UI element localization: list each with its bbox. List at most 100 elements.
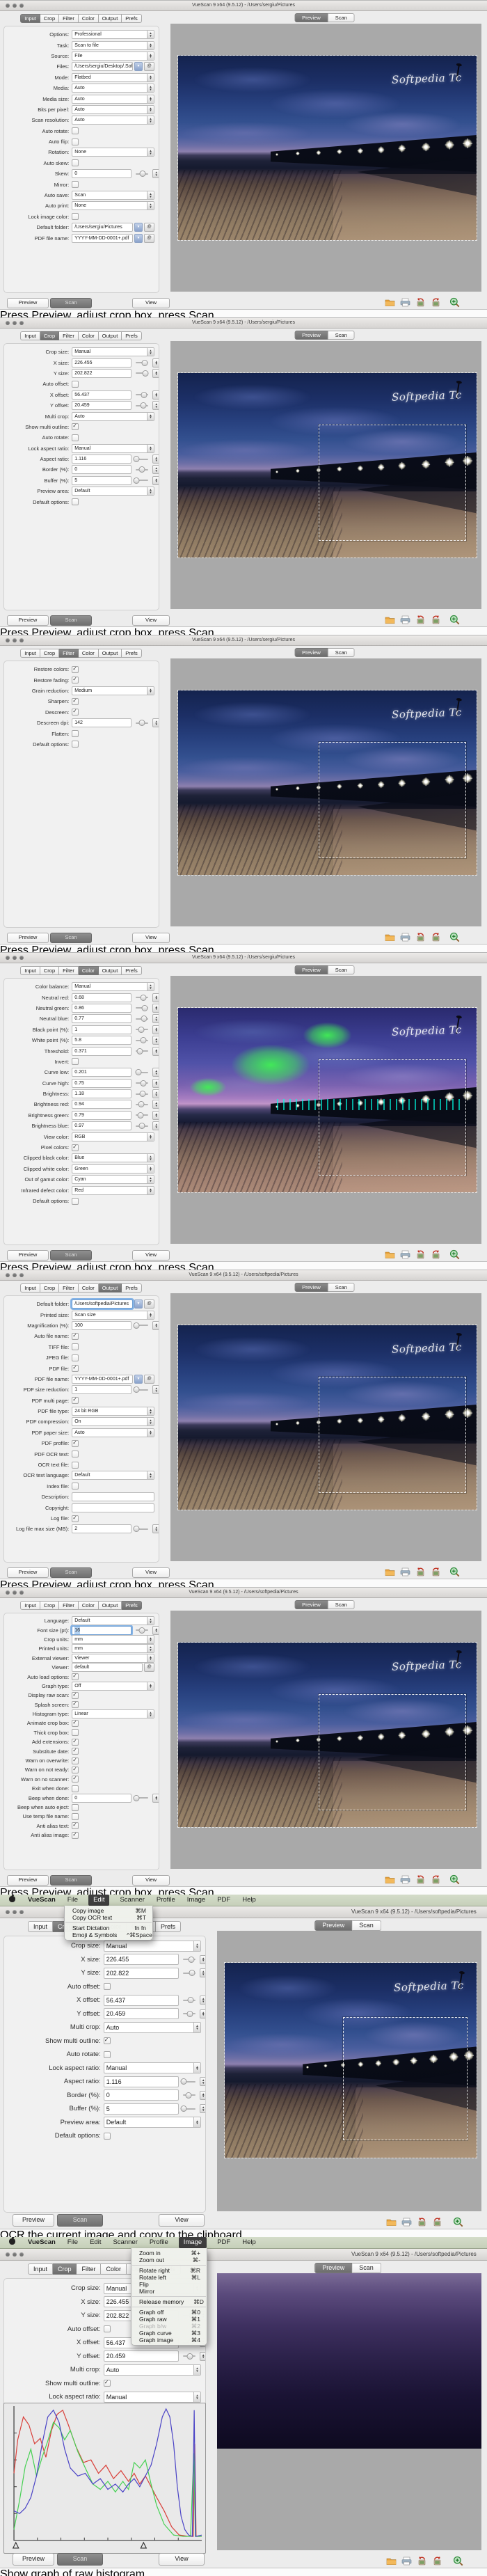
slider-y-offset[interactable] [183, 2013, 195, 2014]
preview-button[interactable]: Preview [7, 1875, 49, 1886]
dropdown-clipped-white-color[interactable]: Green▲▼ [72, 1164, 154, 1174]
slider-curve-high[interactable] [136, 1082, 148, 1084]
stepper-arrows-icon[interactable]: ▲▼ [152, 1524, 159, 1533]
dropdown-options[interactable]: Professional▲▼ [72, 30, 154, 39]
stepper-arrows-icon[interactable]: ▲▼ [147, 487, 154, 495]
title-bar[interactable]: VueScan 9 x64 (9.5.12) - /Users/sergiu/P… [0, 1, 487, 11]
slider-x-size[interactable] [136, 362, 148, 363]
preview-button[interactable]: Preview [7, 615, 49, 626]
stepper-arrows-icon[interactable]: ▲▼ [147, 1407, 154, 1415]
tab-crop[interactable]: Crop [40, 1283, 59, 1293]
tab-filter[interactable]: Filter [59, 331, 79, 340]
slider-thumb[interactable] [134, 456, 140, 462]
stepper-arrows-icon[interactable]: ▲▼ [147, 1654, 154, 1662]
checkbox-auto-rotate[interactable] [72, 127, 79, 134]
slider-brightness-green[interactable] [136, 1114, 148, 1116]
menu-item-start-dictation[interactable]: Start Dictationfn fn [65, 1925, 152, 1931]
checkbox-auto-offset[interactable] [72, 381, 79, 388]
stepper-arrows-icon[interactable]: ▲▼ [152, 1626, 159, 1635]
value-input-neutral-green[interactable]: 0.86 [72, 1004, 131, 1013]
value-input-curve-high[interactable]: 0.75 [72, 1079, 131, 1088]
stepper-arrows-icon[interactable]: ▲▼ [193, 2023, 200, 2032]
scanned-image[interactable]: Softpedia Tc [177, 55, 477, 241]
browse-button[interactable]: @ [144, 1299, 154, 1309]
stepper-arrows-icon[interactable]: ▲▼ [147, 1636, 154, 1643]
stepper-arrows-icon[interactable]: ▲▼ [152, 1794, 159, 1803]
menu-item-emoji-symbols[interactable]: Emoji & Symbols^⌘Space [65, 1931, 152, 1938]
tab-output[interactable]: Output [99, 1601, 122, 1610]
view-tab-scan[interactable]: Scan [352, 2263, 381, 2273]
value-input-aspect-ratio[interactable]: 1.116 [72, 455, 131, 464]
view-tab-preview[interactable]: Preview [314, 1920, 352, 1931]
stepper-arrows-icon[interactable]: ▲▼ [152, 390, 159, 400]
dropdown-crop-units[interactable]: mm▲▼ [72, 1635, 154, 1644]
slider-thumb[interactable] [134, 1795, 140, 1801]
stepper-arrows-icon[interactable]: ▲▼ [152, 1004, 159, 1013]
tab-output[interactable]: Output [99, 966, 122, 975]
stepper-arrows-icon[interactable]: ▲▼ [147, 1187, 154, 1194]
menu-item-zoom-in[interactable]: Zoom in⌘+ [131, 2250, 207, 2257]
checkbox-auto-flip[interactable] [72, 139, 79, 145]
stepper-arrows-icon[interactable]: ▲▼ [147, 413, 154, 420]
tab-input[interactable]: Input [20, 331, 40, 340]
view-button[interactable]: View [132, 615, 170, 626]
checkbox-descreen[interactable] [72, 709, 79, 716]
minimize-button[interactable] [13, 2252, 17, 2257]
stepper-arrows-icon[interactable]: ▲▼ [147, 1682, 154, 1690]
checkbox-thick-crop-box[interactable] [72, 1729, 79, 1736]
tab-input[interactable]: Input [20, 14, 40, 23]
tab-prefs[interactable]: Prefs [122, 966, 142, 975]
checkbox-flatten[interactable] [72, 730, 79, 737]
stepper-arrows-icon[interactable]: ▲▼ [147, 84, 154, 92]
slider-neutral-green[interactable] [136, 1007, 148, 1009]
checkbox-show-multi-outline[interactable] [72, 423, 79, 430]
dropdown-bits-per-pixel[interactable]: Auto▲▼ [72, 105, 154, 114]
stepper-arrows-icon[interactable]: ▲▼ [152, 1047, 159, 1056]
checkbox-restore-fading[interactable] [72, 677, 79, 683]
tab-input[interactable]: Input [20, 1601, 40, 1610]
checkbox-restore-colors[interactable] [72, 666, 79, 673]
menu-scanner[interactable]: Scanner [111, 2237, 138, 2248]
preview-button[interactable]: Preview [7, 1567, 49, 1578]
menu-profile[interactable]: Profile [148, 2237, 170, 2248]
checkbox-lock-image-color[interactable] [72, 213, 79, 220]
slider-buffer[interactable] [183, 2108, 195, 2110]
image-canvas[interactable]: Softpedia Tc [217, 1931, 481, 2211]
file-dropdown-icon[interactable]: ▼ [134, 1375, 143, 1384]
slider-thumb[interactable] [180, 2078, 186, 2085]
menu-file[interactable]: File [66, 1895, 79, 1906]
stepper-arrows-icon[interactable]: ▲▼ [147, 1429, 154, 1437]
view-button[interactable]: View [132, 298, 170, 308]
slider-thumb[interactable] [186, 2092, 192, 2099]
view-button[interactable]: View [159, 2214, 205, 2227]
scan-button[interactable]: Scan [57, 2214, 103, 2227]
value-input-y-offset[interactable]: 20.459 [104, 2350, 179, 2362]
dropdown-printed-size[interactable]: Scan size▲▼ [72, 1311, 154, 1320]
slider-aspect-ratio[interactable] [183, 2081, 195, 2083]
tab-color[interactable]: Color [79, 649, 99, 658]
slider-neutral-red[interactable] [136, 997, 148, 998]
tab-crop[interactable]: Crop [40, 14, 59, 23]
tab-output[interactable]: Output [99, 1283, 122, 1293]
slider-thumb[interactable] [141, 1037, 147, 1043]
value-input-y-size[interactable]: 202.822 [72, 369, 131, 378]
slider-y-offset[interactable] [183, 2355, 195, 2357]
file-input-pdf-file-name[interactable]: YYYY-MM-DD-0001+.pdf [72, 234, 133, 243]
menu-help[interactable]: Help [241, 1895, 257, 1906]
view-tab-scan[interactable]: Scan [328, 965, 355, 974]
slider-thumb[interactable] [137, 1048, 143, 1054]
slider-thumb[interactable] [141, 1016, 147, 1022]
stepper-arrows-icon[interactable]: ▲▼ [200, 1996, 206, 2005]
slider-curve-low[interactable] [136, 1072, 148, 1073]
menu-scanner[interactable]: Scanner [118, 1895, 145, 1906]
slider-brightness[interactable] [136, 1093, 148, 1095]
slider-log-file-max-size-mb[interactable] [136, 1528, 148, 1530]
slider-thumb[interactable] [189, 1957, 195, 1963]
slider-white-point[interactable] [136, 1040, 148, 1041]
title-bar[interactable]: VueScan 9 x64 (9.5.12) - /Users/sergiu/P… [0, 318, 487, 329]
dropdown-scan-resolution[interactable]: Auto▲▼ [72, 116, 154, 125]
tab-input[interactable]: Input [28, 2263, 53, 2275]
checkbox-anti-alias-text[interactable] [72, 1822, 79, 1829]
checkbox-pixel-colors[interactable] [72, 1144, 79, 1151]
stepper-arrows-icon[interactable]: ▲▼ [147, 1617, 154, 1625]
